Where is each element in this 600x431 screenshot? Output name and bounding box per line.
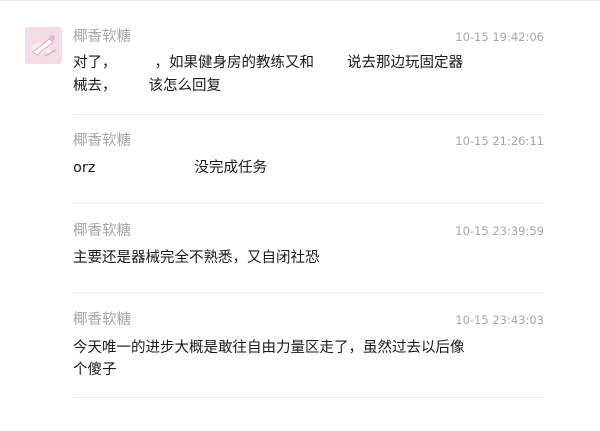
message-item: 椰香软糖 10-15 19:42:06 对了， ，如果健身房的教练又和 说去那边玩固… <box>73 27 544 101</box>
message-separator <box>73 397 544 398</box>
message-separator <box>73 114 544 115</box>
message-time: 10-15 23:39:59 <box>455 224 544 238</box>
message-item: 椰香软糖 10-15 23:39:59 主要还是器械完全不熟悉，又自闭社恐 <box>73 221 544 275</box>
message-text-segment: orz <box>73 160 96 176</box>
message-line: orz 没完成任务 <box>73 157 267 180</box>
avatar[interactable] <box>25 27 62 64</box>
message-text-segment: 该怎么回复 <box>148 78 222 94</box>
message-text-segment: 没完成任务 <box>194 160 267 176</box>
message-line: 对了， ，如果健身房的教练又和 说去那边玩固定器 <box>73 52 463 75</box>
message-text-segment: 个傻子 <box>73 362 117 378</box>
message-text-segment: 械去， <box>73 78 117 94</box>
message-text-segment: 主要还是器械完全不熟悉，又自闭社恐 <box>73 250 320 266</box>
message-line: 今天唯一的进步大概是敢往自由力量区走了，虽然过去以后像 <box>73 337 465 360</box>
message-text-segment: 今天唯一的进步大概是敢往自由力量区走了，虽然过去以后像 <box>73 340 465 356</box>
message-time: 10-15 21:26:11 <box>455 134 544 148</box>
message-line: 主要还是器械完全不熟悉，又自闭社恐 <box>73 247 320 270</box>
message-time: 10-15 23:43:03 <box>455 313 544 327</box>
message-separator <box>73 203 544 204</box>
message-time: 10-15 19:42:06 <box>455 30 544 44</box>
message-text-segment: 对了， <box>73 55 117 71</box>
message-item: 椰香软糖 10-15 21:26:11 orz 没完成任务 <box>73 131 544 185</box>
candy-avatar-icon <box>25 27 62 64</box>
sender-name[interactable]: 椰香软糖 <box>73 310 131 330</box>
top-divider <box>0 0 600 1</box>
message-item: 椰香软糖 10-15 23:43:03 今天唯一的进步大概是敢往自由力量区走了，… <box>73 310 544 384</box>
message-text-segment: 说去那边玩固定器 <box>347 55 463 71</box>
sender-name[interactable]: 椰香软糖 <box>73 221 131 241</box>
message-separator <box>73 292 544 293</box>
sender-name[interactable]: 椰香软糖 <box>73 27 131 47</box>
message-line: 械去， 该怎么回复 <box>73 75 221 98</box>
message-line: 个傻子 <box>73 359 117 382</box>
sender-name[interactable]: 椰香软糖 <box>73 131 131 151</box>
message-text-segment: ，如果健身房的教练又和 <box>154 55 315 71</box>
